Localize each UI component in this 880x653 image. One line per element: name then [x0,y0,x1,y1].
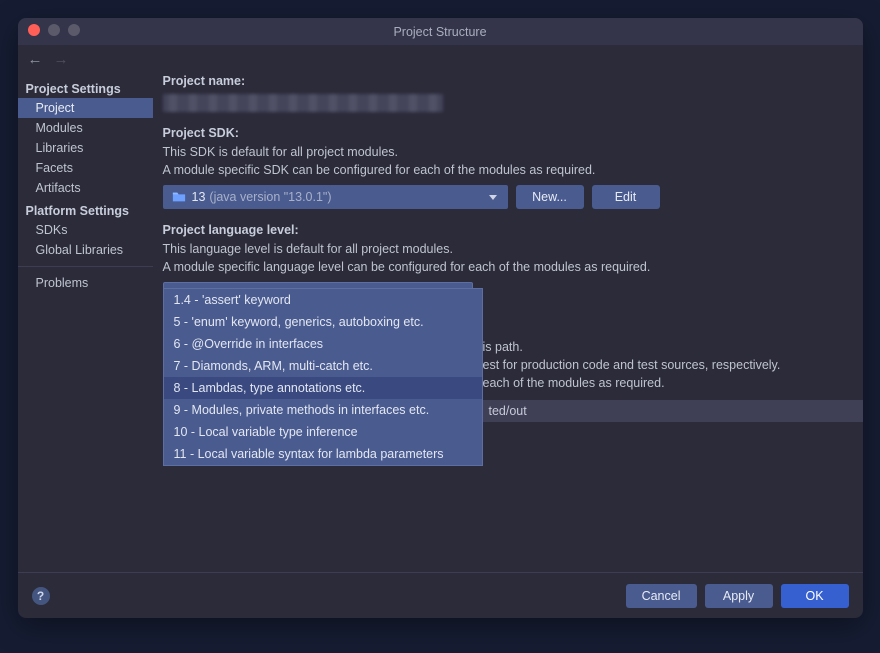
label-language-level: Project language level: [163,223,849,237]
language-level-dropdown[interactable]: 1.4 - 'assert' keyword 5 - 'enum' keywor… [163,288,483,466]
lang-desc-line2: A module specific language level can be … [163,259,849,277]
sidebar-item-facets[interactable]: Facets [18,158,153,178]
main-panel: Project name: Project SDK: This SDK is d… [153,68,863,572]
window-title: Project Structure [393,25,486,39]
footer: ? Cancel Apply OK [18,572,863,618]
sdk-desc-line1: This SDK is default for all project modu… [163,144,849,162]
sidebar-item-problems[interactable]: Problems [18,273,153,293]
sidebar-group-project-settings: Project Settings [18,76,153,98]
apply-button[interactable]: Apply [705,584,773,608]
sidebar-item-project[interactable]: Project [18,98,153,118]
ok-button[interactable]: OK [781,584,849,608]
back-icon[interactable]: ← [28,52,44,68]
label-project-sdk: Project SDK: [163,126,849,140]
maximize-icon[interactable] [68,24,80,36]
lang-option-10[interactable]: 10 - Local variable type inference [164,421,482,443]
minimize-icon[interactable] [48,24,60,36]
project-structure-window: Project Structure ← → Project Settings P… [18,18,863,618]
lang-option-7[interactable]: 7 - Diamonds, ARM, multi-catch etc. [164,355,482,377]
lang-option-9[interactable]: 9 - Modules, private methods in interfac… [164,399,482,421]
sdk-desc-line2: A module specific SDK can be configured … [163,162,849,180]
forward-icon: → [54,52,70,68]
lang-desc-line1: This language level is default for all p… [163,241,849,259]
lang-option-6[interactable]: 6 - @Override in interfaces [164,333,482,355]
lang-option-14[interactable]: 1.4 - 'assert' keyword [164,289,482,311]
sidebar: Project Settings Project Modules Librari… [18,68,153,572]
chevron-down-icon [485,195,501,200]
sidebar-item-sdks[interactable]: SDKs [18,220,153,240]
compiler-output-value: ted/out [489,404,527,418]
edit-sdk-button[interactable]: Edit [592,185,660,209]
sidebar-group-platform-settings: Platform Settings [18,198,153,220]
nav-toolbar: ← → [18,46,863,68]
behind-line-1: is path. [483,338,863,356]
sidebar-item-artifacts[interactable]: Artifacts [18,178,153,198]
traffic-lights [28,24,80,36]
compiler-output-field[interactable]: ted/out [483,400,863,422]
new-sdk-button[interactable]: New... [516,185,584,209]
lang-option-11[interactable]: 11 - Local variable syntax for lambda pa… [164,443,482,465]
behind-line-2: est for production code and test sources… [483,356,863,374]
project-sdk-select[interactable]: 13 (java version "13.0.1") [163,185,508,209]
titlebar: Project Structure [18,18,863,46]
label-project-name: Project name: [163,74,849,88]
sidebar-divider [18,266,153,267]
lang-option-5[interactable]: 5 - 'enum' keyword, generics, autoboxing… [164,311,482,333]
behind-line-3: each of the modules as required. [483,374,863,392]
sidebar-item-global-libraries[interactable]: Global Libraries [18,240,153,260]
sdk-selected-value: 13 [192,190,206,204]
cancel-button[interactable]: Cancel [626,584,697,608]
sidebar-item-modules[interactable]: Modules [18,118,153,138]
lang-option-8[interactable]: 8 - Lambdas, type annotations etc. [164,377,482,399]
project-name-field[interactable] [163,94,443,112]
sidebar-item-libraries[interactable]: Libraries [18,138,153,158]
folder-icon [172,190,186,204]
sdk-selected-version: (java version "13.0.1") [209,190,331,204]
close-icon[interactable] [28,24,40,36]
compiler-output-help: is path. est for production code and tes… [483,338,863,392]
help-icon[interactable]: ? [32,587,50,605]
